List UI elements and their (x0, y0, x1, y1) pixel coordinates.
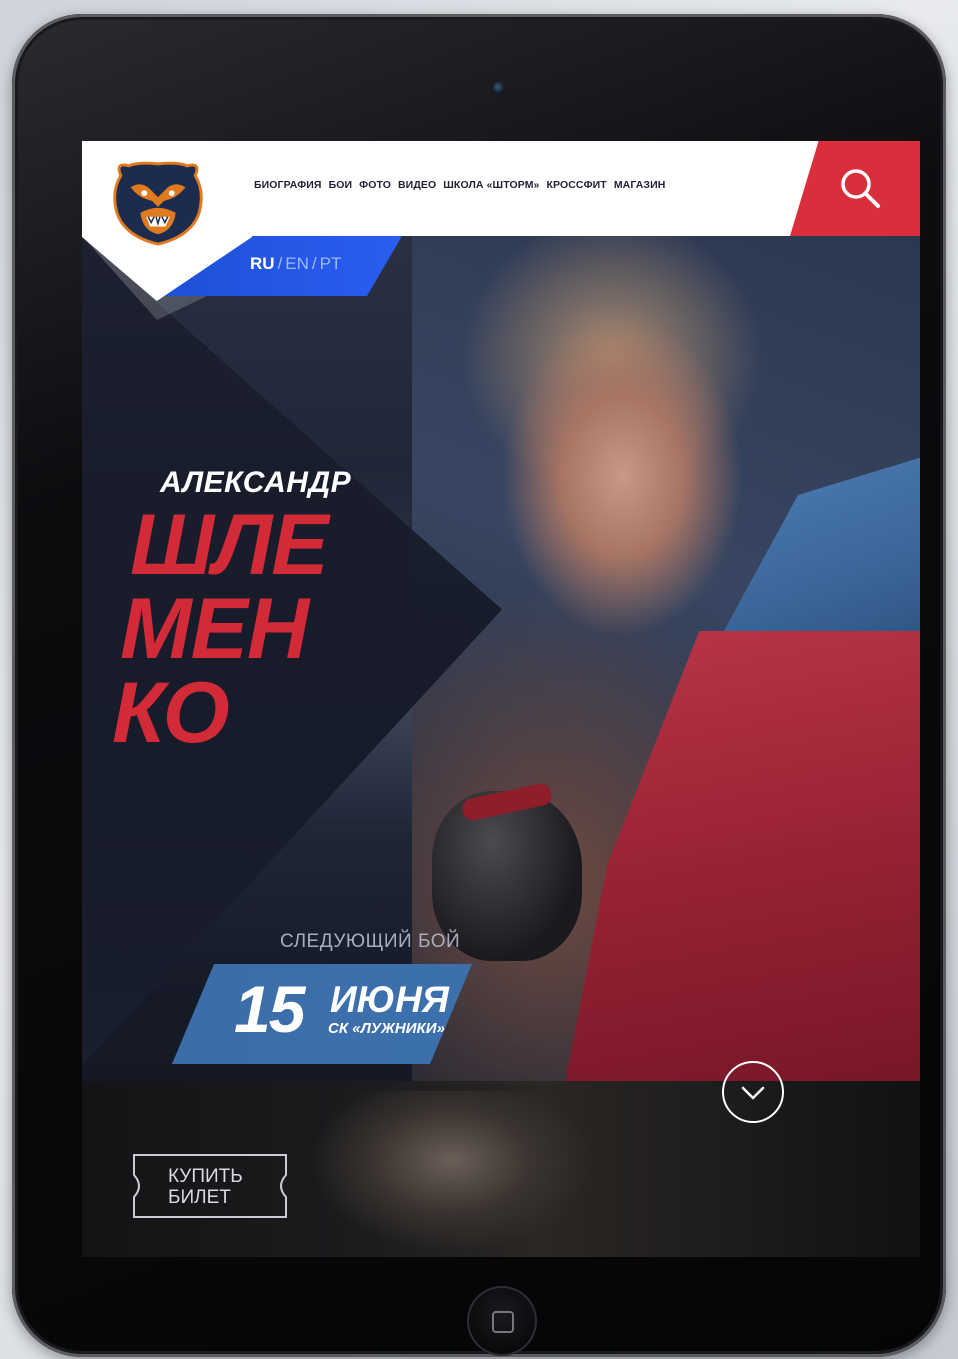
lang-separator: / (311, 254, 317, 273)
lang-ru[interactable]: RU (250, 254, 275, 273)
lang-en[interactable]: EN (285, 254, 309, 273)
last-name-line-2: МЕН (120, 581, 309, 677)
bear-logo-icon (113, 161, 203, 246)
tablet-frame: БИОГРАФИЯ БОИ ФОТО ВИДЕО ШКОЛА «ШТОРМ» К… (12, 14, 946, 1357)
nav-item-biography[interactable]: БИОГРАФИЯ (254, 179, 322, 191)
camera-dot (493, 82, 505, 94)
fighter-first-name: АЛЕКСАНДР (160, 466, 352, 499)
scroll-down-button[interactable] (722, 1061, 784, 1123)
home-button[interactable] (467, 1286, 537, 1356)
language-switcher: RU / EN / PT (250, 254, 341, 274)
main-nav: БИОГРАФИЯ БОИ ФОТО ВИДЕО ШКОЛА «ШТОРМ» К… (254, 179, 665, 191)
nav-item-shop[interactable]: МАГАЗИН (614, 179, 666, 191)
fighter-last-name: ШЛЕ МЕН КО (112, 497, 412, 761)
nav-item-fights[interactable]: БОИ (329, 179, 353, 191)
nav-item-crossfit[interactable]: КРОССФИТ (546, 179, 606, 191)
buy-ticket-label[interactable]: КУПИТЬ БИЛЕТ (168, 1166, 243, 1208)
search-button[interactable] (790, 141, 920, 236)
lang-separator: / (277, 254, 283, 273)
last-name-line-1: ШЛЕ (130, 497, 329, 593)
nav-item-video[interactable]: ВИДЕО (398, 179, 436, 191)
search-icon (841, 169, 880, 208)
nav-item-school[interactable]: ШКОЛА «ШТОРМ» (443, 179, 539, 191)
screen: БИОГРАФИЯ БОИ ФОТО ВИДЕО ШКОЛА «ШТОРМ» К… (82, 141, 920, 1257)
ticket-line-2: БИЛЕТ (168, 1187, 231, 1208)
lang-pt[interactable]: PT (320, 254, 342, 273)
bottom-fighter-photo (292, 1091, 612, 1257)
next-fight-label: СЛЕДУЮЩИЙ БОЙ (280, 931, 461, 952)
nav-item-photo[interactable]: ФОТО (359, 179, 391, 191)
ticket-line-1: КУПИТЬ (168, 1166, 243, 1187)
fight-venue: СК «ЛУЖНИКИ» (328, 1020, 445, 1037)
fight-day: 15 (234, 972, 305, 1046)
fight-month: ИЮНЯ (330, 979, 449, 1020)
chevron-down-icon (741, 1086, 765, 1100)
last-name-line-3: КО (112, 665, 230, 761)
